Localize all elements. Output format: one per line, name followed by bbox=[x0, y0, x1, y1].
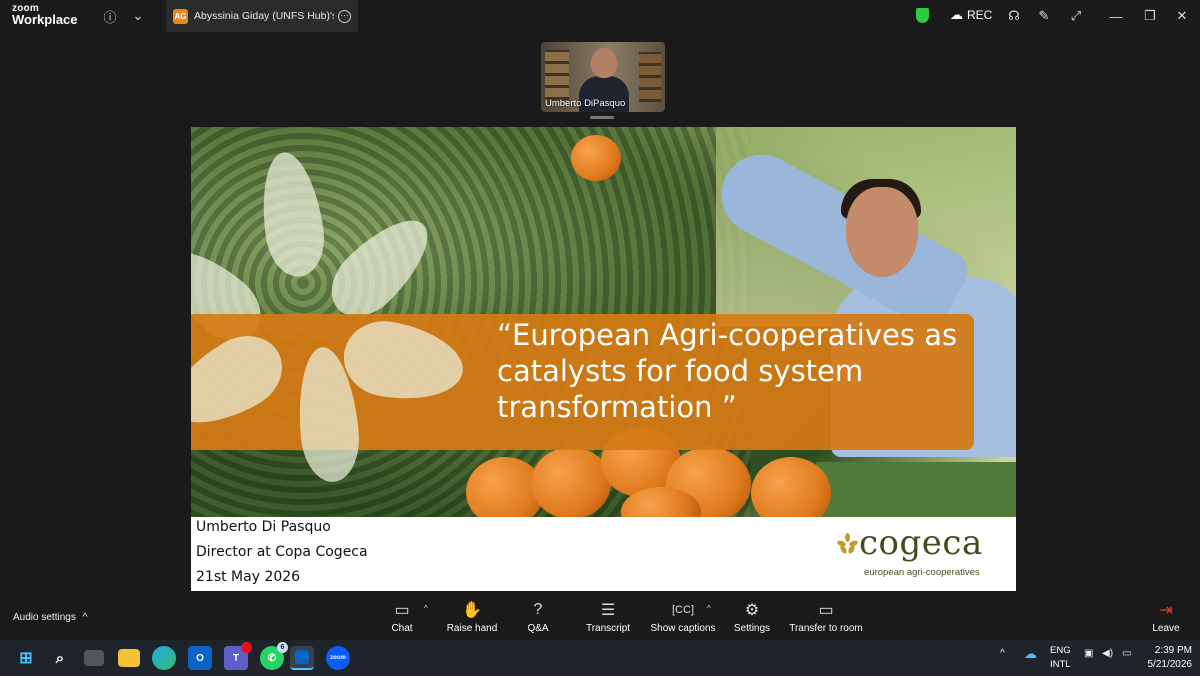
bookshelf-left bbox=[545, 50, 569, 100]
close-icon[interactable]: ✕ bbox=[1172, 6, 1192, 26]
outlook-icon[interactable]: O bbox=[188, 646, 212, 670]
windows-start-icon[interactable]: ⊞ bbox=[14, 646, 38, 670]
settings-label: Settings bbox=[733, 623, 771, 634]
whatsapp-badge: 6 bbox=[277, 642, 288, 653]
share-tab[interactable]: AG Abyssinia Giday (UNFS Hub)'s scre ··· bbox=[166, 0, 358, 32]
meeting-controls: Audio settings ^ ▭ Chat ^ ✋ Raise hand ?… bbox=[0, 592, 1200, 640]
transfer-to-room-button[interactable]: ▭ Transfer to room bbox=[788, 600, 864, 634]
presenter-name: Umberto Di Pasquo bbox=[196, 519, 331, 535]
clock-time: 2:39 PM bbox=[1154, 645, 1192, 656]
volume-icon[interactable]: ◀) bbox=[1102, 648, 1113, 659]
transcript-icon: ☰ bbox=[600, 602, 616, 619]
chat-button[interactable]: ▭ Chat bbox=[386, 600, 418, 634]
chevron-up-icon: ^ bbox=[82, 612, 88, 623]
edge-browser-icon[interactable] bbox=[152, 646, 176, 670]
keyboard-layout: INTL bbox=[1050, 659, 1071, 670]
tab-title: Abyssinia Giday (UNFS Hub)'s scre bbox=[194, 10, 334, 22]
transfer-to-room-label: Transfer to room bbox=[789, 623, 863, 634]
show-captions-label: Show captions bbox=[650, 623, 716, 634]
windows-taskbar: ⊞ ⌕ O T ✆ 6 zoom ^ ☁ ENG INTL ▣ ◀) ▭ 2:3… bbox=[0, 640, 1200, 676]
recording-indicator[interactable]: ☁ REC bbox=[950, 7, 992, 23]
settings-button[interactable]: ⚙ Settings bbox=[732, 600, 772, 634]
title-bar: zoom Workplace ⓘ ⌄ AG Abyssinia Giday (U… bbox=[0, 0, 1200, 32]
zoom-logo: zoom Workplace bbox=[12, 3, 78, 27]
presenter-role: Director at Copa Cogeca bbox=[196, 544, 368, 560]
slide-headline: “European Agri-cooperatives as catalysts… bbox=[497, 318, 958, 424]
encryption-shield-icon[interactable] bbox=[916, 8, 929, 23]
whatsapp-icon[interactable]: ✆ 6 bbox=[260, 642, 288, 670]
tab-avatar: AG bbox=[173, 8, 188, 24]
participant-face bbox=[591, 48, 617, 78]
raise-hand-button[interactable]: ✋ Raise hand bbox=[444, 600, 500, 634]
search-icon[interactable]: ⌕ bbox=[48, 646, 72, 670]
tray-overflow-icon[interactable]: ^ bbox=[1000, 648, 1005, 659]
gear-icon: ⚙ bbox=[744, 602, 760, 619]
onedrive-icon[interactable]: ☁ bbox=[1024, 646, 1037, 662]
task-view-icon[interactable] bbox=[84, 650, 104, 666]
leave-button[interactable]: ⇥ Leave bbox=[1150, 600, 1182, 634]
question-icon: ? bbox=[533, 601, 543, 618]
annotate-pen-icon[interactable]: ✎ bbox=[1034, 6, 1054, 26]
shared-slide: “European Agri-cooperatives as catalysts… bbox=[191, 127, 1016, 591]
participant-name: Umberto DiPasquo bbox=[545, 98, 626, 109]
chat-options-caret[interactable]: ^ bbox=[424, 604, 428, 613]
cogeca-tagline: european agri-cooperatives bbox=[864, 567, 980, 578]
farmer-head bbox=[846, 187, 918, 277]
rec-label: REC bbox=[967, 8, 993, 22]
orange-fruit bbox=[531, 447, 611, 519]
logo-line2: Workplace bbox=[12, 12, 78, 27]
language-indicator[interactable]: ENG INTL bbox=[1050, 644, 1071, 672]
system-clock[interactable]: 2:39 PM 5/21/2026 bbox=[1146, 644, 1193, 672]
headset-icon[interactable]: ☊ bbox=[1004, 6, 1024, 26]
fullscreen-icon[interactable]: ⤢ bbox=[1066, 6, 1086, 26]
audio-settings-button[interactable]: Audio settings ^ bbox=[13, 612, 87, 623]
zoom-taskbar-icon[interactable]: zoom bbox=[326, 646, 350, 670]
chat-label: Chat bbox=[391, 623, 413, 634]
active-app-icon[interactable] bbox=[290, 646, 314, 670]
qa-label: Q&A bbox=[527, 623, 549, 634]
chevron-down-icon[interactable]: ⌄ bbox=[128, 6, 148, 26]
transcript-button[interactable]: ☰ Transcript bbox=[584, 600, 632, 634]
orange-fruit bbox=[571, 135, 621, 181]
exit-door-icon: ⇥ bbox=[1159, 602, 1173, 619]
clock-date: 5/21/2026 bbox=[1147, 659, 1193, 670]
leave-label: Leave bbox=[1152, 623, 1180, 634]
file-explorer-icon[interactable] bbox=[118, 649, 140, 667]
cloud-record-icon: ☁ bbox=[950, 7, 963, 22]
qa-button[interactable]: ? Q&A bbox=[522, 600, 554, 634]
battery-icon[interactable]: ▭ bbox=[1122, 648, 1131, 659]
green-crate bbox=[816, 462, 1016, 522]
chat-bubble-icon: ▭ bbox=[394, 602, 410, 619]
bookshelf-right bbox=[639, 52, 661, 102]
more-options-icon[interactable]: ··· bbox=[338, 9, 351, 23]
raise-hand-label: Raise hand bbox=[446, 623, 498, 634]
network-icon[interactable]: ▣ bbox=[1084, 648, 1093, 659]
cast-icon: ▭ bbox=[818, 602, 834, 619]
notification-dot bbox=[241, 642, 252, 653]
captions-options-caret[interactable]: ^ bbox=[707, 604, 711, 613]
presentation-date: 21st May 2026 bbox=[196, 569, 301, 585]
cogeca-wordmark: cogeca bbox=[859, 523, 983, 563]
transcript-label: Transcript bbox=[585, 623, 631, 634]
audio-settings-label: Audio settings bbox=[13, 612, 76, 623]
teams-icon[interactable]: T bbox=[224, 642, 252, 670]
restore-icon[interactable]: ❐ bbox=[1140, 6, 1160, 26]
info-icon[interactable]: ⓘ bbox=[100, 6, 120, 26]
tile-drag-handle[interactable] bbox=[590, 116, 614, 119]
cogeca-star-icon bbox=[836, 533, 859, 555]
minimize-icon[interactable]: — bbox=[1106, 6, 1126, 26]
hand-icon: ✋ bbox=[462, 602, 482, 619]
participant-video-tile[interactable]: Umberto DiPasquo bbox=[541, 42, 665, 112]
language-code: ENG bbox=[1050, 645, 1071, 656]
